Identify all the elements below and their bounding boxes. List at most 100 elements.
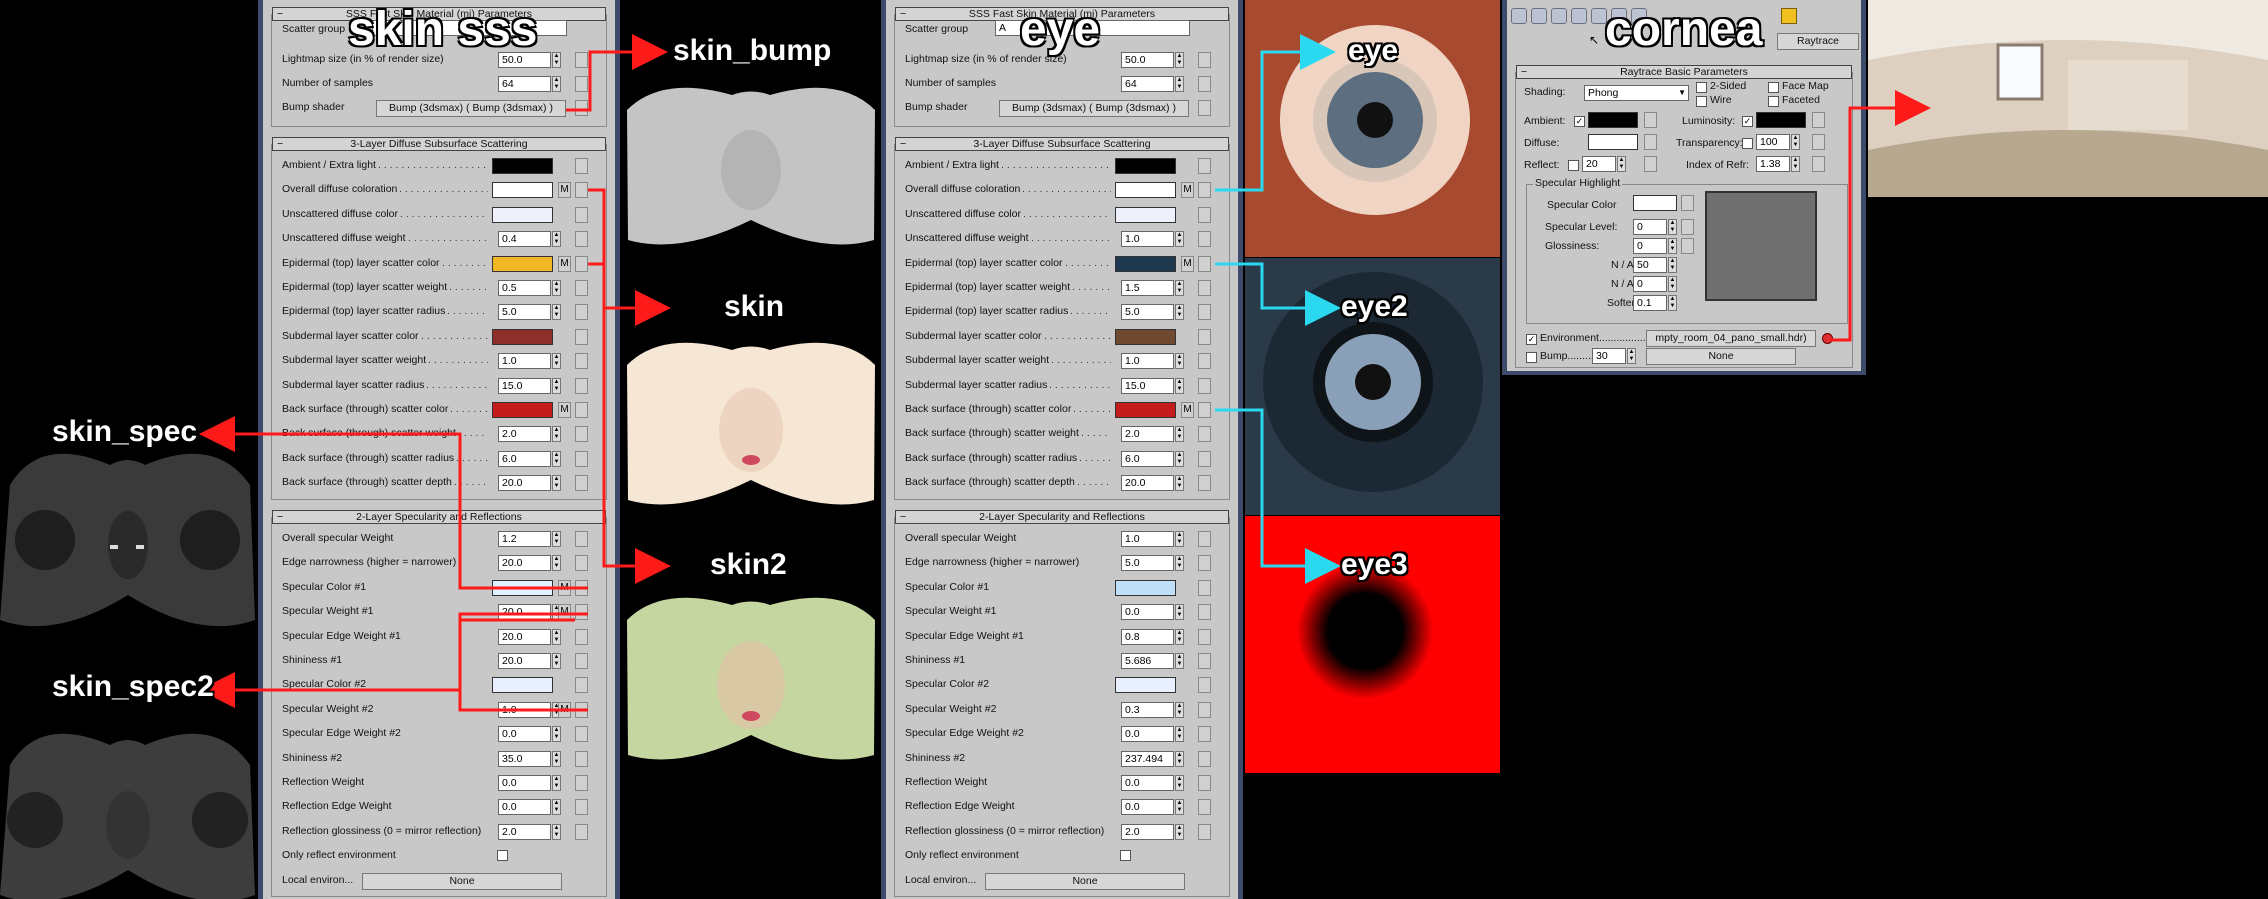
param-value[interactable]: 5.0 — [1121, 304, 1174, 321]
map-slot-button[interactable] — [575, 76, 588, 92]
bump-shader-button[interactable]: Bump (3dsmax) ( Bump (3dsmax) ) — [999, 100, 1189, 117]
map-m-button[interactable]: M — [558, 255, 571, 272]
spinner-arrows[interactable]: ▲ ▼ — [552, 231, 561, 248]
param-value[interactable]: 15.0 — [1121, 377, 1174, 394]
faceted-checkbox[interactable] — [1768, 96, 1779, 107]
spinner-arrows[interactable]: ▲ ▼ — [552, 377, 561, 394]
map-slot-button[interactable] — [575, 531, 588, 547]
param-value[interactable]: 20.0 — [498, 604, 551, 621]
param-value[interactable]: 0.0 — [1121, 775, 1174, 791]
map-m-button[interactable]: M — [558, 604, 571, 621]
map-slot-button[interactable] — [575, 304, 588, 321]
color-swatch[interactable] — [1115, 255, 1176, 272]
ambient-color-swatch[interactable] — [1588, 112, 1638, 128]
map-slot-button[interactable] — [575, 823, 588, 840]
param-value[interactable]: 0.0 — [1121, 799, 1174, 816]
color-swatch[interactable] — [492, 255, 553, 272]
map-slot-button[interactable] — [1198, 450, 1211, 467]
map-slot-button[interactable] — [1198, 76, 1211, 92]
param-value[interactable]: 20.0 — [498, 475, 551, 492]
only-reflect-env-checkbox[interactable] — [1120, 850, 1131, 862]
local-environ-button[interactable]: None — [985, 872, 1185, 890]
spinner-arrows[interactable]: ▲ ▼ — [1175, 604, 1184, 621]
spinner-arrows[interactable]: ▲ ▼ — [1175, 52, 1184, 68]
map-m-button[interactable]: M — [1181, 402, 1194, 418]
param-value[interactable]: 1.2 — [498, 531, 551, 547]
spinner-arrows[interactable]: ▲ ▼ — [552, 628, 561, 645]
na1-value[interactable]: 50 — [1633, 257, 1667, 273]
ior-map-slot[interactable] — [1812, 156, 1825, 172]
wire-checkbox[interactable] — [1696, 96, 1707, 107]
param-value[interactable]: 0.0 — [498, 726, 551, 743]
soften-value[interactable]: 0.1 — [1633, 295, 1667, 311]
color-swatch[interactable] — [1115, 158, 1176, 174]
map-slot-button[interactable] — [1198, 231, 1211, 248]
bump-value[interactable]: 30 — [1592, 348, 1626, 364]
map-slot-button[interactable] — [575, 475, 588, 492]
spinner-arrows[interactable]: ▲ ▼ — [1175, 353, 1184, 370]
color-swatch[interactable] — [492, 677, 553, 694]
map-slot-button[interactable] — [1198, 255, 1211, 272]
spinner-arrows[interactable]: ▲ ▼ — [552, 76, 561, 92]
param-value[interactable]: 0.4 — [498, 231, 551, 248]
map-slot-button[interactable] — [1198, 677, 1211, 694]
environment-checkbox[interactable]: ✓ — [1526, 334, 1537, 345]
map-slot-button[interactable] — [1198, 701, 1211, 718]
luminosity-map-slot[interactable] — [1812, 112, 1825, 128]
map-m-button[interactable]: M — [558, 182, 571, 199]
reflect-value[interactable]: 20 — [1582, 156, 1616, 172]
param-value[interactable]: 1.0 — [498, 353, 551, 370]
map-slot-button[interactable] — [1198, 555, 1211, 572]
map-slot-button[interactable] — [575, 328, 588, 345]
spinner-arrows[interactable]: ▲ ▼ — [552, 653, 561, 669]
map-slot-button[interactable] — [575, 402, 588, 418]
map-slot-button[interactable] — [1198, 328, 1211, 345]
spinner-arrows[interactable]: ▲ ▼ — [552, 280, 561, 296]
spec-level-map-slot[interactable] — [1681, 219, 1694, 235]
param-value[interactable]: 50.0 — [1121, 52, 1174, 68]
spinner-arrows[interactable]: ▲ ▼ — [1791, 134, 1800, 150]
spinner-arrows[interactable]: ▲ ▼ — [552, 823, 561, 840]
param-value[interactable]: 2.0 — [1121, 426, 1174, 443]
map-slot-button[interactable] — [1198, 304, 1211, 321]
map-slot-button[interactable] — [575, 775, 588, 791]
spinner-arrows[interactable]: ▲ ▼ — [1175, 377, 1184, 394]
map-slot-button[interactable] — [1198, 823, 1211, 840]
map-slot-button[interactable] — [1198, 206, 1211, 223]
color-swatch[interactable] — [1115, 206, 1176, 223]
param-value[interactable]: 1.0 — [1121, 531, 1174, 547]
shading-dropdown[interactable]: Phong ▼ — [1584, 85, 1689, 101]
spinner-arrows[interactable]: ▲ ▼ — [1791, 156, 1800, 172]
param-value[interactable]: 0.5 — [498, 280, 551, 296]
bump-checkbox[interactable] — [1526, 352, 1537, 363]
map-slot-button[interactable] — [1198, 377, 1211, 394]
map-slot-button[interactable] — [575, 353, 588, 370]
map-slot-button[interactable] — [1198, 750, 1211, 767]
bump-map-button[interactable]: None — [1646, 348, 1796, 365]
spinner-arrows[interactable]: ▲ ▼ — [1175, 726, 1184, 743]
map-slot-button[interactable] — [575, 377, 588, 394]
transparency-map-slot[interactable] — [1812, 134, 1825, 150]
ior-value[interactable]: 1.38 — [1756, 156, 1790, 172]
map-slot-button[interactable] — [1198, 158, 1211, 174]
transparency-value[interactable]: 100 — [1756, 134, 1790, 150]
param-value[interactable]: 35.0 — [498, 750, 551, 767]
face-map-checkbox[interactable] — [1768, 82, 1779, 93]
spinner-arrows[interactable]: ▲ ▼ — [552, 426, 561, 443]
spinner-arrows[interactable]: ▲ ▼ — [1175, 531, 1184, 547]
transparency-checkbox[interactable] — [1742, 138, 1753, 149]
map-slot-button[interactable] — [575, 653, 588, 669]
map-slot-button[interactable] — [575, 231, 588, 248]
param-value[interactable]: 0.0 — [1121, 726, 1174, 743]
ambient-map-slot[interactable] — [1644, 112, 1657, 128]
spinner-arrows[interactable]: ▲ ▼ — [1175, 775, 1184, 791]
color-swatch[interactable] — [1115, 402, 1176, 418]
rollout-header[interactable]: − Raytrace Basic Parameters — [1516, 65, 1852, 79]
color-swatch[interactable] — [492, 328, 553, 345]
spinner-arrows[interactable]: ▲ ▼ — [1175, 450, 1184, 467]
param-value[interactable]: 6.0 — [498, 450, 551, 467]
spinner-arrows[interactable]: ▲ ▼ — [1175, 750, 1184, 767]
map-m-button[interactable]: M — [558, 402, 571, 418]
reflect-checkbox[interactable] — [1568, 160, 1579, 171]
map-slot-button[interactable] — [575, 799, 588, 816]
